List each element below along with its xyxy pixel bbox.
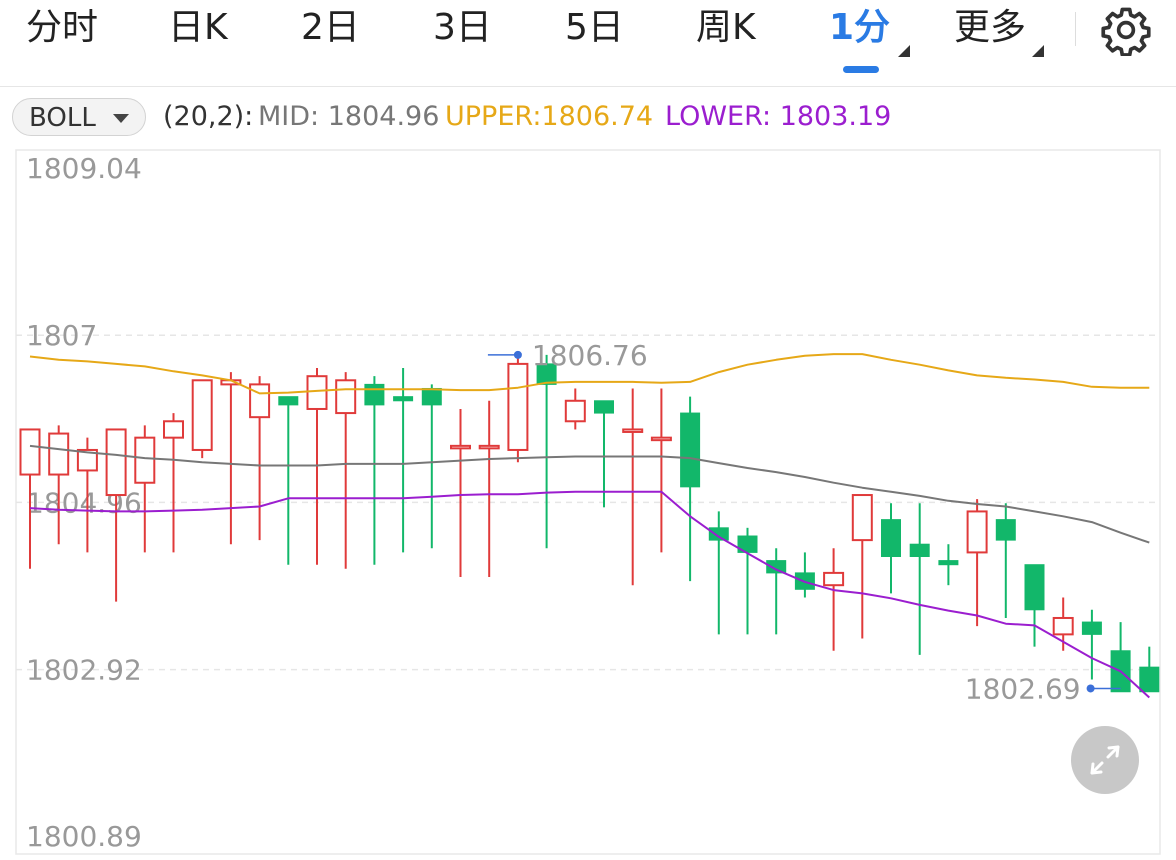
boll-upper-value: UPPER:1806.74 [445, 101, 654, 132]
max-price-label: 1806.76 [532, 339, 648, 372]
candle-body [823, 571, 845, 587]
indicator-bar: BOLL (20,2): MID: 1804.96 UPPER:1806.74 … [0, 92, 1176, 146]
candle-body [622, 428, 644, 433]
candle [966, 499, 988, 627]
candle [1139, 646, 1160, 693]
gear-icon[interactable] [1100, 4, 1152, 56]
candle-body [1139, 666, 1160, 693]
indicator-select-label: BOLL [29, 103, 96, 133]
candle-body [650, 436, 672, 442]
y-tick-label: 1800.89 [26, 820, 142, 853]
candle-body [1024, 564, 1045, 611]
candle-body [335, 379, 357, 415]
candle [191, 379, 213, 459]
candle-body [163, 420, 184, 439]
candle [1024, 564, 1045, 647]
candle [737, 527, 758, 635]
tab-daily-k[interactable]: 日K [168, 6, 228, 50]
expand-icon [1090, 745, 1120, 775]
period-tabs: 分时 日K 2日 3日 5日 周K 1分 更多 [0, 0, 1176, 87]
min-marker-dot [1086, 684, 1095, 693]
tab-1min[interactable]: 1分 [829, 6, 890, 50]
boll-lower-value: LOWER: 1803.19 [665, 101, 892, 132]
candle [650, 388, 672, 553]
tab-5day[interactable]: 5日 [565, 6, 624, 50]
candle-body [450, 444, 471, 450]
min-price-label: 1802.69 [965, 672, 1081, 705]
candle [278, 396, 299, 565]
candle [680, 396, 701, 582]
candle-body [278, 396, 299, 406]
tab-fenshi[interactable]: 分时 [26, 6, 98, 50]
candle [450, 408, 471, 577]
candle [478, 400, 500, 577]
candle-body [564, 399, 586, 423]
candle [220, 372, 242, 545]
candle [421, 384, 442, 549]
candle-body [851, 494, 873, 542]
candle-body [48, 432, 70, 476]
candle-body [393, 396, 414, 402]
candlestick-chart[interactable]: 1809.0418071804.961802.921800.89 1806.76… [0, 146, 1176, 860]
candle-body [421, 387, 442, 406]
candle [995, 503, 1016, 618]
candle-body [680, 412, 701, 488]
candle-body [909, 543, 930, 558]
candle-body [507, 362, 529, 451]
candle-body [105, 428, 127, 497]
candle [881, 503, 901, 594]
candle [249, 376, 271, 541]
candle [1110, 622, 1131, 693]
boll-params: (20,2): [163, 101, 254, 132]
candle-body [995, 519, 1016, 541]
tab-weekly-k[interactable]: 周K [696, 6, 756, 50]
boll-mid-value: MID: 1804.96 [258, 101, 440, 132]
y-tick-label: 1807 [26, 319, 97, 352]
dropdown-corner-icon [898, 45, 910, 57]
candle-body [881, 519, 901, 558]
candle-body [19, 428, 41, 476]
tab-2day[interactable]: 2日 [301, 6, 360, 50]
candle-body [594, 400, 614, 414]
chevron-down-icon [113, 114, 129, 123]
candle [708, 511, 729, 635]
candle-body [478, 444, 500, 450]
candle [794, 552, 815, 598]
candle-body [134, 436, 156, 484]
y-tick-label: 1809.04 [26, 152, 142, 185]
candle-body [966, 510, 988, 554]
candle [622, 388, 644, 586]
candle-body [364, 383, 385, 406]
y-tick-label: 1802.92 [26, 654, 142, 687]
candle [364, 376, 385, 565]
candle [48, 425, 70, 545]
candle [938, 544, 959, 586]
candle [909, 503, 930, 655]
candle-body [306, 375, 328, 410]
candle [335, 372, 357, 569]
more-dropdown-corner-icon [1032, 45, 1044, 57]
candle [823, 548, 845, 651]
active-tab-indicator [843, 66, 879, 73]
candle-body [1052, 616, 1074, 636]
candle-body [191, 379, 213, 451]
candle-body [708, 527, 729, 541]
indicator-select[interactable]: BOLL [12, 98, 146, 136]
max-marker-dot [513, 350, 522, 359]
expand-button[interactable] [1071, 726, 1139, 794]
candle [766, 548, 787, 635]
tab-divider [1075, 12, 1076, 46]
tab-3day[interactable]: 3日 [433, 6, 492, 50]
candle [507, 354, 529, 463]
candle [851, 494, 873, 639]
candle-body [1081, 621, 1102, 635]
candle [393, 367, 414, 553]
candle-body [938, 560, 959, 566]
candle [564, 388, 586, 430]
candle [163, 413, 184, 553]
tab-more[interactable]: 更多 [954, 6, 1026, 50]
